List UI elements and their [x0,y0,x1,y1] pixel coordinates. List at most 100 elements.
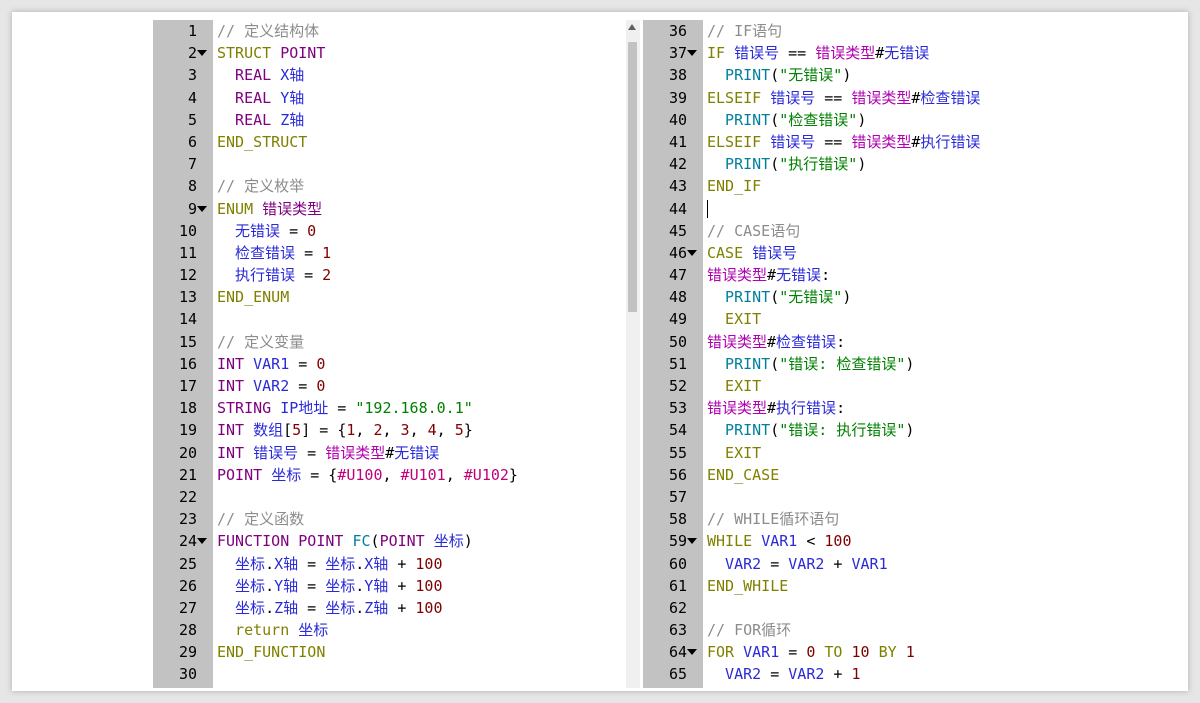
code-line[interactable]: 10 无错误 = 0 [153,220,625,242]
code-lines: 36// IF语句 37 IF 错误号 == 错误类型#无错误 38 PRINT("无… [643,20,1149,688]
code-line[interactable]: 3 REAL X轴 [153,64,625,86]
code-line[interactable]: 5 REAL Z轴 [153,109,625,131]
code-text: REAL X轴 [217,64,304,86]
code-token: = [328,399,356,418]
code-line[interactable]: 57 [643,486,1149,508]
vertical-scrollbar[interactable] [626,20,640,688]
code-line[interactable]: 31 [153,686,625,689]
code-token: Y轴 [364,576,389,595]
code-line[interactable]: 22 [153,486,625,508]
code-line[interactable]: 52 EXIT [643,375,1149,397]
code-line[interactable]: 13 END_ENUM [153,286,625,308]
fold-collapse-triangle-icon[interactable] [687,538,697,545]
code-token: # [767,399,777,418]
code-line[interactable]: 9 ENUM 错误类型 [153,198,625,220]
fold-collapse-triangle-icon[interactable] [687,649,697,656]
code-line[interactable]: 61 END_WHILE [643,575,1149,597]
code-line[interactable]: 58 // WHILE循环语句 [643,508,1149,530]
code-line[interactable]: 60 VAR2 = VAR2 + VAR1 [643,553,1149,575]
code-line[interactable]: 51 PRINT("错误: 检查错误") [643,353,1149,375]
code-line[interactable]: 28 return 坐标 [153,619,625,641]
code-editor-right[interactable]: 36// IF语句 37 IF 错误号 == 错误类型#无错误 38 PRINT("无… [643,20,1149,688]
code-token: VAR2 [707,554,762,573]
code-line[interactable]: 53 错误类型#执行错误: [643,397,1149,419]
code-text: END_CASE [707,464,779,486]
code-line[interactable]: 2 STRUCT POINT [153,42,625,64]
code-line[interactable]: 65 VAR2 = VAR2 + 1 [643,663,1149,685]
code-line[interactable]: 40 PRINT("检查错误") [643,109,1149,131]
code-token: TO [815,643,852,662]
code-line[interactable]: 30 [153,663,625,685]
code-line[interactable]: 44 [643,198,1149,220]
code-line[interactable]: 46 CASE 错误号 [643,242,1149,264]
line-number: 41 [668,132,687,151]
line-number: 27 [178,598,197,617]
code-token: 错误类型 [707,332,768,351]
code-line[interactable]: 62 [643,597,1149,619]
code-line[interactable]: 63 // FOR循环 [643,619,1149,641]
code-line[interactable]: 20 INT 错误号 = 错误类型#无错误 [153,442,625,464]
code-line[interactable]: 25 坐标.X轴 = 坐标.X轴 + 100 [153,553,625,575]
code-line[interactable]: 43 END_IF [643,175,1149,197]
code-line[interactable]: 11 检查错误 = 1 [153,242,625,264]
code-token: 坐标 [325,576,356,595]
code-line[interactable]: 6 END_STRUCT [153,131,625,153]
code-line[interactable]: 42 PRINT("执行错误") [643,153,1149,175]
fold-collapse-triangle-icon[interactable] [197,538,207,545]
code-token: VAR2 [788,554,825,573]
line-number: 56 [668,465,687,484]
code-line[interactable]: 15 // 定义变量 [153,331,625,353]
code-line[interactable]: 1 // 定义结构体 [153,20,625,42]
code-token: 1 [322,243,332,262]
code-line[interactable]: 54 PRINT("错误: 执行错误") [643,419,1149,441]
code-token: ( [770,110,780,129]
code-line[interactable]: 16 INT VAR1 = 0 [153,353,625,375]
code-line[interactable]: 50 错误类型#检查错误: [643,331,1149,353]
code-line[interactable]: 66 END_FOR [643,686,1149,689]
code-line[interactable]: 64 FOR VAR1 = 0 TO 10 BY 1 [643,641,1149,663]
code-line[interactable]: 8 // 定义枚举 [153,175,625,197]
scroll-up-arrow-icon[interactable] [628,24,636,30]
line-number: 62 [668,598,687,617]
code-line[interactable]: 27 坐标.Z轴 = 坐标.Z轴 + 100 [153,597,625,619]
code-token: 2 [322,266,332,285]
code-token: Y轴 [280,88,305,107]
code-line[interactable]: 47 错误类型#无错误: [643,264,1149,286]
code-line[interactable]: 48 PRINT("无错误") [643,286,1149,308]
code-line[interactable]: 55 EXIT [643,442,1149,464]
code-line[interactable]: 17 INT VAR2 = 0 [153,375,625,397]
code-line[interactable]: 7 [153,153,625,175]
code-token: 100 [824,532,852,551]
code-editor-left[interactable]: 1// 定义结构体 2 STRUCT POINT 3 REAL X轴 4 REAL Y轴… [153,20,625,688]
code-line[interactable]: 41 ELSEIF 错误号 == 错误类型#执行错误 [643,131,1149,153]
code-line[interactable]: 39 ELSEIF 错误号 == 错误类型#检查错误 [643,87,1149,109]
code-line[interactable]: 37 IF 错误号 == 错误类型#无错误 [643,42,1149,64]
code-token: REAL [217,88,281,107]
code-line[interactable]: 29 END_FUNCTION [153,641,625,663]
code-line[interactable]: 45 // CASE语句 [643,220,1149,242]
code-line[interactable]: 24 FUNCTION POINT FC(POINT 坐标) [153,530,625,552]
fold-collapse-triangle-icon[interactable] [687,249,697,256]
code-line[interactable]: 14 [153,308,625,330]
code-text: 错误类型#执行错误: [707,397,845,419]
code-token: = [298,554,326,573]
code-line[interactable]: 26 坐标.Y轴 = 坐标.Y轴 + 100 [153,575,625,597]
code-line[interactable]: 49 EXIT [643,308,1149,330]
code-line[interactable]: 56 END_CASE [643,464,1149,486]
code-line[interactable]: 12 执行错误 = 2 [153,264,625,286]
code-line[interactable]: 21 POINT 坐标 = {#U100, #U101, #U102} [153,464,625,486]
code-token: 4 [427,421,437,440]
code-line[interactable]: 18 STRING IP地址 = "192.168.0.1" [153,397,625,419]
code-line[interactable]: 36 // IF语句 [643,20,1149,42]
fold-collapse-triangle-icon[interactable] [197,205,207,212]
fold-collapse-triangle-icon[interactable] [197,50,207,57]
code-line[interactable]: 23 // 定义函数 [153,508,625,530]
code-line[interactable]: 59 WHILE VAR1 < 100 [643,530,1149,552]
code-line[interactable]: 4 REAL Y轴 [153,87,625,109]
fold-collapse-triangle-icon[interactable] [687,50,697,57]
code-token: X轴 [280,66,305,85]
code-line[interactable]: 38 PRINT("无错误") [643,64,1149,86]
code-token: PRINT [707,155,771,174]
scroll-thumb[interactable] [628,42,637,312]
code-line[interactable]: 19 INT 数组[5] = {1, 2, 3, 4, 5} [153,419,625,441]
